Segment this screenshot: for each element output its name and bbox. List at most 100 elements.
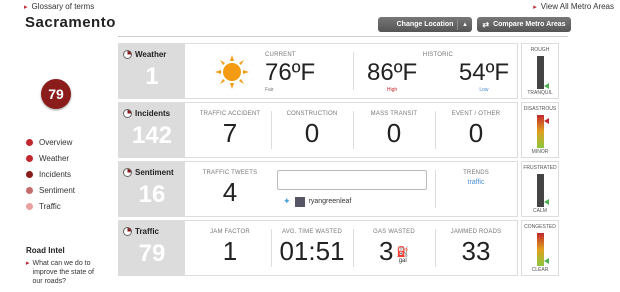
view-all-label: View All Metro Areas [540, 2, 614, 11]
glossary-link[interactable]: ▸ Glossary of terms [24, 2, 94, 11]
gauge-marker-icon [544, 118, 549, 124]
incidents-gauge: DISASTROUS MINOR [521, 102, 559, 158]
traffic-panel: Traffic 79 JAM FACTOR 1 AVG. TIME WASTED… [118, 220, 518, 276]
tweets-caption: TRAFFIC TWEETS [202, 170, 258, 176]
change-location-button[interactable]: Change Location ▲ [378, 17, 472, 32]
gauge-bottom-label: MINOR [531, 149, 549, 155]
incident-caption: EVENT / OTHER [451, 111, 501, 117]
dot-icon [26, 202, 33, 210]
nav-item-weather[interactable]: Weather [26, 150, 75, 166]
header-divider [118, 36, 568, 37]
pie-icon [123, 227, 132, 236]
compare-label: Compare Metro Areas [493, 21, 566, 28]
view-all-metro-link[interactable]: ▸ View All Metro Areas [533, 2, 614, 11]
traffic-title: Traffic [135, 227, 160, 236]
historic-cell: HISTORIC 86ºF High 54ºF Low [363, 44, 513, 98]
pie-icon [123, 109, 132, 118]
triangle-right-icon: ▸ [533, 3, 537, 11]
button-divider [457, 19, 458, 30]
section-nav: Overview Weather Incidents Sentiment Tra… [26, 134, 75, 214]
current-temp: 76ºF [265, 59, 316, 86]
road-intel-link[interactable]: ▸ What can we do to improve the state of… [26, 259, 106, 286]
weather-score: 1 [145, 63, 159, 90]
current-temp-cell: CURRENT 76ºF Fair [265, 44, 335, 98]
incidents-title: Incidents [135, 109, 171, 118]
gauge-bar [537, 233, 544, 266]
weather-panel: Weather 1 CURRENT 76ºF Fair HISTORIC 86º… [118, 43, 518, 99]
trends-caption: TRENDS [463, 170, 489, 176]
incident-value: 7 [222, 118, 238, 148]
nav-item-overview[interactable]: Overview [26, 134, 75, 150]
dot-icon [26, 186, 33, 194]
trend-link[interactable]: traffic [435, 179, 517, 186]
glossary-label: Glossary of terms [31, 2, 95, 11]
compare-icon: ⇄ [482, 20, 490, 29]
incidents-panel: Incidents 142 TRAFFIC ACCIDENT 7 CONSTRU… [118, 102, 518, 158]
dot-icon [26, 154, 33, 162]
traffic-score-box: Traffic 79 [119, 221, 185, 275]
sun-icon [215, 55, 249, 89]
nav-item-sentiment[interactable]: Sentiment [26, 182, 75, 198]
gauge-top-label: FRUSTRATED [523, 165, 557, 171]
gauge-marker-icon [544, 199, 549, 205]
tweets-value: 4 [222, 177, 238, 207]
nav-item-incidents[interactable]: Incidents [26, 166, 75, 182]
high-label: High [386, 87, 398, 93]
traffic-cell: JAM FACTOR 1 [189, 221, 271, 275]
incidents-score: 142 [131, 122, 173, 149]
gas-pump-icon: ⛽ [396, 247, 409, 258]
traffic-cell: GAS WASTED 3 ⛽ gal [353, 221, 435, 275]
traffic-value: 33 [461, 236, 491, 266]
weather-gauge: ROUGH TRANQUIL [521, 43, 559, 99]
traffic-cell: AVG. TIME WASTED 01:51 [271, 221, 353, 275]
nav-item-traffic[interactable]: Traffic [26, 198, 75, 214]
chevron-updown-icon: ▲ [462, 21, 468, 28]
sentiment-panel: Sentiment 16 TRAFFIC TWEETS 4 ✦ ryangree… [118, 161, 518, 217]
sentiment-gauge: FRUSTRATED CALM [521, 161, 559, 217]
incident-caption: TRAFFIC ACCIDENT [199, 111, 261, 117]
incident-cell: MASS TRANSIT 0 [353, 103, 435, 157]
gauge-marker-icon [544, 258, 549, 264]
overall-score-badge: 79 [41, 79, 71, 109]
tweet-username: ryangreenleaf [308, 198, 352, 205]
pie-icon [123, 50, 132, 59]
triangle-right-icon: ▸ [26, 260, 30, 267]
pie-icon [123, 168, 132, 177]
low-temp: 54ºF [458, 59, 509, 86]
gauge-bottom-label: CLEAR [531, 267, 549, 273]
sentiment-score: 16 [138, 181, 166, 208]
gauge-top-label: ROUGH [530, 47, 550, 53]
incident-caption: MASS TRANSIT [370, 111, 418, 117]
high-temp: 86ºF [367, 59, 418, 86]
road-intel-question: What can we do to improve the state of o… [32, 260, 94, 285]
incident-value: 0 [468, 118, 484, 148]
road-intel-title: Road Intel [26, 246, 65, 255]
traffic-value: 01:51 [279, 236, 345, 266]
weather-title: Weather [135, 50, 167, 59]
gauge-bar [537, 115, 544, 148]
traffic-caption: JAM FACTOR [210, 229, 250, 235]
sentiment-score-box: Sentiment 16 [119, 162, 185, 216]
gauge-marker-icon [544, 83, 549, 89]
nav-item-label: Sentiment [39, 185, 76, 195]
sentiment-title: Sentiment [135, 168, 174, 177]
incident-value: 0 [386, 118, 402, 148]
gas-unit: gal [398, 258, 407, 264]
change-location-label: Change Location [396, 21, 454, 28]
nav-item-label: Overview [39, 137, 73, 147]
gauge-top-label: DISASTROUS [523, 106, 557, 112]
weather-score-box: Weather 1 [119, 44, 185, 98]
incidents-score-box: Incidents 142 [119, 103, 185, 157]
gauge-bar [537, 174, 544, 207]
dot-icon [26, 170, 33, 178]
tweet-author[interactable]: ✦ ryangreenleaf [283, 196, 351, 207]
gauge-bottom-label: CALM [533, 208, 547, 214]
triangle-right-icon: ▸ [24, 3, 28, 11]
incident-cell: TRAFFIC ACCIDENT 7 [189, 103, 271, 157]
compare-metro-button[interactable]: ⇄ Compare Metro Areas [477, 17, 571, 32]
incident-value: 0 [304, 118, 320, 148]
current-desc: Fair [265, 87, 274, 93]
incident-caption: CONSTRUCTION [286, 111, 338, 117]
traffic-caption: JAMMED ROADS [450, 229, 502, 235]
traffic-cell: JAMMED ROADS 33 [435, 221, 517, 275]
